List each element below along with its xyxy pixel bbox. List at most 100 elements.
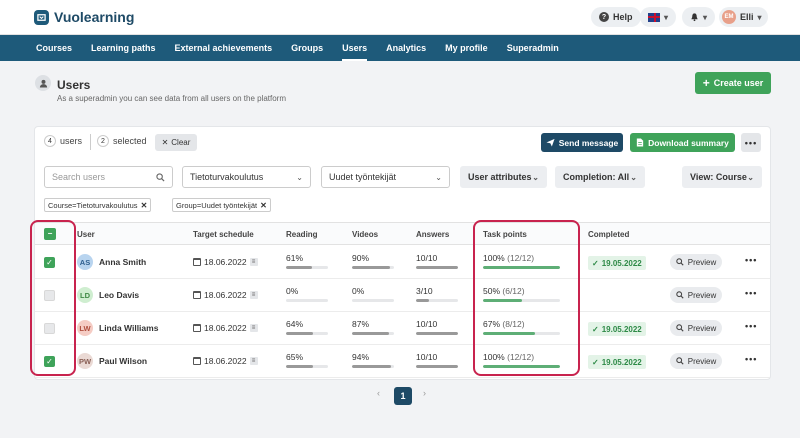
target-schedule: 18.06.2022 ≡ xyxy=(193,323,258,333)
group-value: Uudet työntekijät xyxy=(329,172,397,182)
course-select[interactable]: Tietoturvakoulutus ⌄ xyxy=(182,166,311,188)
column-answers[interactable]: Answers xyxy=(416,230,449,239)
language-selector[interactable]: ▾ xyxy=(640,7,676,27)
help-label: Help xyxy=(613,12,633,22)
column-user[interactable]: User xyxy=(77,230,95,239)
user-attributes-label: User attributes xyxy=(468,172,532,182)
task-points-highlight xyxy=(473,220,580,376)
user-name[interactable]: Anna Smith xyxy=(99,257,146,267)
search-input[interactable]: Search users xyxy=(44,166,173,188)
table-header xyxy=(35,222,770,245)
nav-superadmin[interactable]: Superadmin xyxy=(507,35,559,61)
user-name[interactable]: Leo Davis xyxy=(99,290,139,300)
target-date: 18.06.2022 xyxy=(204,257,247,267)
chevron-down-icon: ⌄ xyxy=(630,172,637,182)
nav-external-achievements[interactable]: External achievements xyxy=(175,35,273,61)
nav-users[interactable]: Users xyxy=(342,35,368,61)
create-user-button[interactable]: + Create user xyxy=(695,72,771,94)
preview-button[interactable]: Preview xyxy=(670,287,722,303)
view-selector[interactable]: View: Course ⌄ xyxy=(682,166,762,188)
reading-bar xyxy=(286,332,328,335)
completion-filter[interactable]: Completion: All ⌄ xyxy=(555,166,645,188)
nav-my-profile[interactable]: My profile xyxy=(445,35,488,61)
preview-button[interactable]: Preview xyxy=(670,353,722,369)
column-target[interactable]: Target schedule xyxy=(193,230,254,239)
nav-analytics[interactable]: Analytics xyxy=(386,35,426,61)
row-more-button[interactable]: ••• xyxy=(745,255,757,265)
notifications-button[interactable]: ▾ xyxy=(682,7,715,27)
send-message-button[interactable]: Send message xyxy=(541,133,623,152)
answers-bar xyxy=(416,266,458,269)
row-more-button[interactable]: ••• xyxy=(745,321,757,331)
column-completed[interactable]: Completed xyxy=(588,230,629,239)
next-page-button[interactable]: › xyxy=(423,388,426,398)
calendar-icon xyxy=(193,291,201,299)
avatar: EM xyxy=(722,10,736,24)
app-name: Vuolearning xyxy=(54,9,135,25)
chevron-down-icon: ⌄ xyxy=(435,172,442,182)
more-actions-button[interactable]: ••• xyxy=(741,133,761,152)
preview-button[interactable]: Preview xyxy=(670,320,722,336)
calendar-icon xyxy=(193,324,201,332)
videos-bar xyxy=(352,266,394,269)
calendar-icon xyxy=(193,258,201,266)
videos-value: 87% xyxy=(352,319,370,329)
reading-bar xyxy=(286,365,328,368)
previous-page-button[interactable]: ‹ xyxy=(377,388,380,398)
reading-value: 0% xyxy=(286,286,299,296)
page-1-button[interactable]: 1 xyxy=(394,387,412,405)
completed-badge: ✓ 19.05.2022 xyxy=(588,355,646,369)
row-more-button[interactable]: ••• xyxy=(745,354,757,364)
logo[interactable]: Vuolearning xyxy=(34,9,134,25)
remove-tag-icon[interactable]: ✕ xyxy=(260,201,267,210)
target-date: 18.06.2022 xyxy=(204,323,247,333)
column-videos[interactable]: Videos xyxy=(352,230,378,239)
user-attributes-button[interactable]: User attributes ⌄ xyxy=(460,166,547,188)
target-schedule: 18.06.2022 ≡ xyxy=(193,356,258,366)
help-button[interactable]: ? Help xyxy=(591,7,641,27)
plus-icon: + xyxy=(702,76,710,90)
group-select[interactable]: Uudet työntekijät ⌄ xyxy=(321,166,450,188)
chevron-down-icon: ▾ xyxy=(757,12,762,22)
user-name[interactable]: Paul Wilson xyxy=(99,356,147,366)
list-icon[interactable]: ≡ xyxy=(249,357,258,365)
create-user-label: Create user xyxy=(713,78,764,88)
nav-groups[interactable]: Groups xyxy=(291,35,323,61)
download-summary-button[interactable]: Download summary xyxy=(630,133,735,152)
list-icon[interactable]: ≡ xyxy=(249,291,258,299)
search-icon xyxy=(676,324,684,332)
row-more-button[interactable]: ••• xyxy=(745,288,757,298)
user-name[interactable]: Linda Williams xyxy=(99,323,158,333)
selected-count-badge: 2 xyxy=(97,135,109,147)
user-menu[interactable]: EM Elli ▾ xyxy=(719,7,768,27)
clear-selection-button[interactable]: ✕ Clear xyxy=(155,134,197,151)
videos-bar xyxy=(352,332,394,335)
answers-value: 3/10 xyxy=(416,286,433,296)
reading-bar xyxy=(286,266,328,269)
list-icon[interactable]: ≡ xyxy=(249,324,258,332)
search-icon xyxy=(156,172,165,182)
search-icon xyxy=(676,357,684,365)
tag-label: Course=Tietoturvakoulutus xyxy=(48,200,138,210)
list-icon[interactable]: ≡ xyxy=(249,258,258,266)
column-reading[interactable]: Reading xyxy=(286,230,318,239)
page-title: Users xyxy=(57,78,91,92)
nav-courses[interactable]: Courses xyxy=(36,35,72,61)
target-schedule: 18.06.2022 ≡ xyxy=(193,257,258,267)
answers-bar xyxy=(416,332,458,335)
nav-learning-paths[interactable]: Learning paths xyxy=(91,35,156,61)
completion-label: Completion: xyxy=(563,172,616,182)
completion-value: All xyxy=(617,172,630,182)
answers-value: 10/10 xyxy=(416,319,438,329)
remove-tag-icon[interactable]: ✕ xyxy=(141,201,148,210)
table-row[interactable] xyxy=(35,279,770,312)
avatar: LW xyxy=(77,320,93,336)
calendar-icon xyxy=(193,357,201,365)
reading-bar xyxy=(286,299,328,302)
chevron-down-icon: ⌄ xyxy=(747,172,754,182)
avatar: PW xyxy=(77,353,93,369)
reading-value: 64% xyxy=(286,319,304,329)
tag-label: Group=Uudet työntekijät xyxy=(176,200,258,210)
preview-button[interactable]: Preview xyxy=(670,254,722,270)
selected-count: 2 selected xyxy=(97,135,147,147)
